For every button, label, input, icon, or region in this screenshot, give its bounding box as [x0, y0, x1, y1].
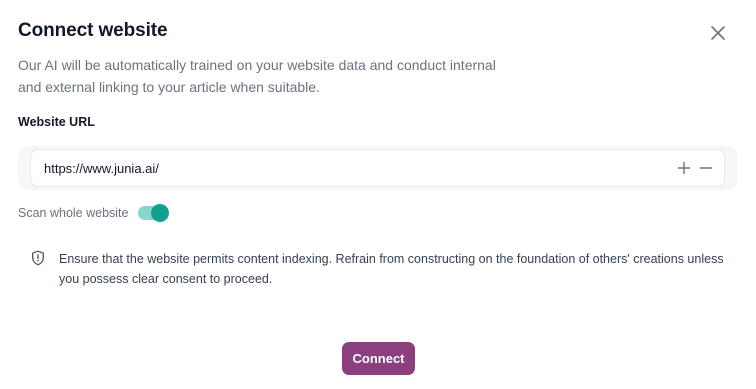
shield-icon — [31, 250, 45, 266]
remove-url-button[interactable] — [698, 160, 714, 176]
plus-icon — [677, 161, 691, 175]
add-url-button[interactable] — [676, 160, 692, 176]
scan-whole-website-toggle[interactable] — [138, 204, 169, 222]
website-url-label: Website URL — [18, 115, 95, 129]
minus-icon — [699, 167, 713, 169]
close-icon — [711, 26, 725, 40]
toggle-knob — [151, 204, 169, 222]
connect-website-dialog: Connect website Our AI will be automatic… — [0, 0, 756, 389]
content-indexing-notice: Ensure that the website permits content … — [59, 252, 724, 286]
website-url-value: https://www.junia.ai/ — [44, 161, 159, 176]
website-url-input[interactable]: https://www.junia.ai/ — [30, 149, 725, 187]
close-button[interactable] — [708, 23, 728, 43]
dialog-description: Our AI will be automatically trained on … — [18, 57, 496, 95]
scan-whole-website-label: Scan whole website — [18, 206, 129, 220]
dialog-title: Connect website — [18, 20, 168, 41]
connect-button[interactable]: Connect — [342, 342, 415, 375]
